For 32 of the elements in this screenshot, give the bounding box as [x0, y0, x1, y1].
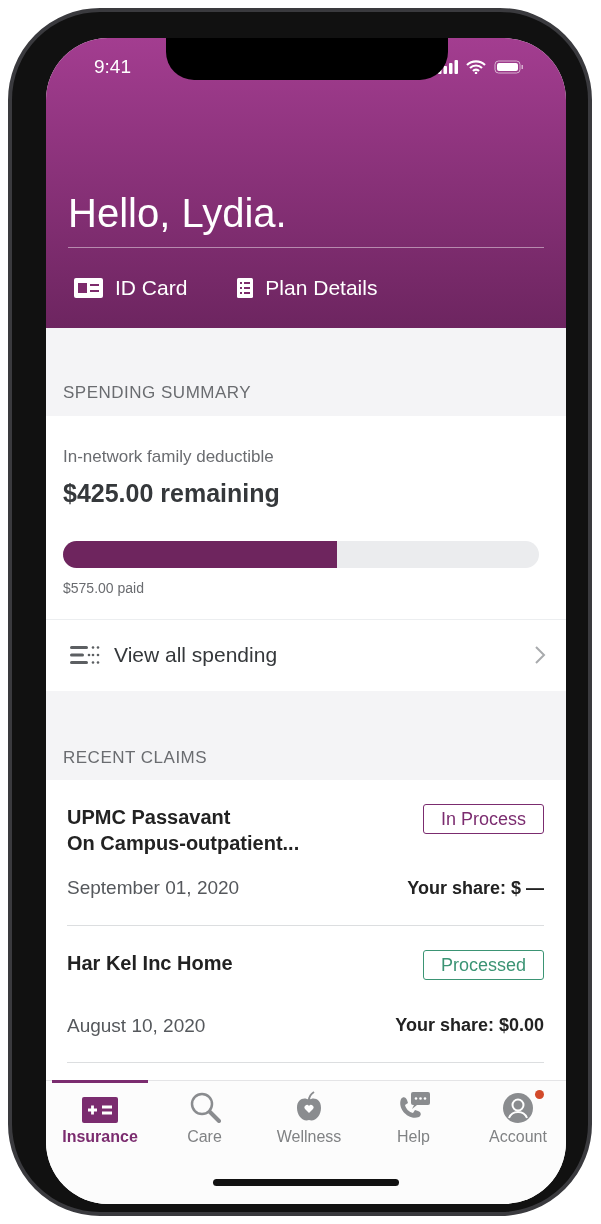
claim-share: Your share: $0.00 — [395, 1014, 544, 1038]
battery-icon — [494, 60, 524, 74]
section-heading: RECENT CLAIMS — [63, 746, 209, 769]
chevron-right-icon — [534, 645, 546, 665]
header-link[interactable]: Plan Details — [237, 272, 378, 304]
document-list-icon — [237, 278, 254, 298]
status-badge: Processed — [422, 949, 544, 980]
signal-icon — [438, 60, 458, 74]
apple-icon — [295, 1091, 323, 1123]
greeting: Hello, Lydia. — [68, 191, 544, 248]
list-icon — [70, 646, 100, 664]
claim-date: August 10, 2020 — [67, 1013, 206, 1038]
claim-share: Your share: $ — — [407, 876, 544, 900]
status-badge: In Process — [422, 804, 544, 834]
claim-date: September 01, 2020 — [67, 876, 240, 900]
search-icon — [188, 1091, 221, 1123]
section-heading: SPENDING SUMMARY — [63, 382, 253, 404]
tab[interactable]: Help — [365, 1081, 462, 1204]
wifi-icon — [466, 60, 486, 74]
remaining-amount: $425.00 remaining — [63, 478, 281, 509]
plus-equals-icon — [82, 1097, 118, 1123]
deductible-label: In-network family deductible — [63, 445, 275, 468]
id-card-icon — [74, 278, 103, 298]
claim-provider: UPMC Passavant On Campus-outpatient... — [67, 805, 300, 856]
tab[interactable]: Account — [470, 1081, 566, 1204]
claim-provider: Har Kel Inc Home — [67, 950, 233, 976]
header-link[interactable]: ID Card — [74, 272, 188, 304]
paid-amount: $575.00 paid — [63, 578, 145, 598]
tab[interactable]: Care — [156, 1081, 253, 1204]
status-time: 9:41 — [94, 54, 131, 79]
user-icon — [503, 1093, 533, 1123]
tab[interactable]: Insurance — [52, 1081, 148, 1204]
